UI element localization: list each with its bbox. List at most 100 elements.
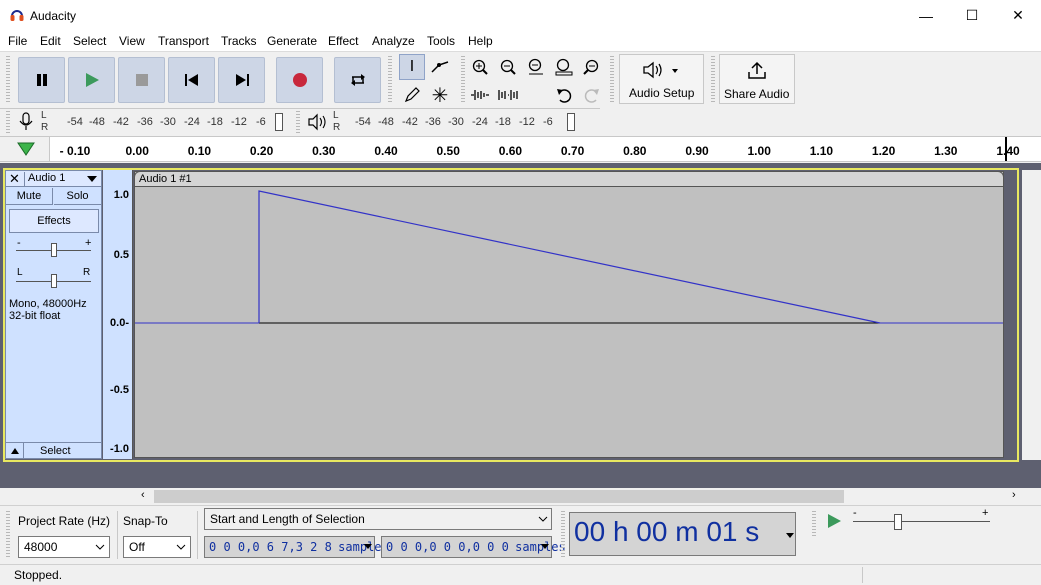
fit-project-button[interactable] xyxy=(551,54,577,80)
rec-meter-l-label: L xyxy=(41,110,47,121)
close-icon: ✕ xyxy=(1012,7,1024,23)
microphone-icon xyxy=(18,112,34,135)
toolbar-grip[interactable] xyxy=(610,56,614,104)
record-meter[interactable]: -54 -48 -42 -36 -30 -24 -18 -12 -6 xyxy=(50,111,288,133)
pan-slider-thumb[interactable] xyxy=(51,274,57,288)
play-meter-slider[interactable] xyxy=(567,113,575,131)
vertical-amplitude-ruler[interactable]: 1.0 0.5 0.0- -0.5 -1.0 xyxy=(103,170,133,459)
menu-view[interactable]: View xyxy=(119,34,145,48)
selection-mode-dropdown[interactable]: Start and Length of Selection xyxy=(204,508,552,530)
menu-select[interactable]: Select xyxy=(73,34,106,48)
toolbar-grip[interactable] xyxy=(711,56,715,104)
loop-button[interactable] xyxy=(334,57,381,103)
playback-speed-slider-thumb[interactable] xyxy=(894,514,902,530)
toolbar-grip[interactable] xyxy=(296,111,300,133)
play-button[interactable] xyxy=(68,57,115,103)
menu-tracks[interactable]: Tracks xyxy=(221,34,257,48)
draw-tool-button[interactable] xyxy=(399,82,425,108)
horizontal-scrollbar[interactable]: ‹ › xyxy=(0,488,1041,505)
selection-start-field[interactable]: 0 0 0,0 6 7,3 2 8 samples xyxy=(204,536,389,558)
envelope-tool-button[interactable] xyxy=(427,54,453,80)
time-format-chevron-icon[interactable] xyxy=(786,533,794,539)
track-footer: Select xyxy=(6,442,101,459)
stop-icon xyxy=(135,74,148,86)
waveform-graph[interactable] xyxy=(135,172,1003,457)
time-display[interactable]: 00 h 00 m 01 s xyxy=(569,512,796,556)
playback-speed-slider-track[interactable] xyxy=(853,521,990,522)
scroll-thumb[interactable] xyxy=(154,490,844,503)
minimize-button[interactable]: — xyxy=(903,0,949,31)
scroll-left-icon[interactable]: ‹ xyxy=(141,489,145,501)
empty-track-space[interactable] xyxy=(0,463,1041,488)
toolbar-divider xyxy=(0,108,600,109)
selection-length-field[interactable]: 0 0 0,0 0 0,0 0 0 samples xyxy=(381,536,566,558)
chevron-down-icon xyxy=(176,544,186,550)
rec-tick: -42 xyxy=(113,116,129,128)
zoom-fit-icon xyxy=(555,58,573,76)
format-menu-chevron-icon[interactable] xyxy=(364,544,372,550)
project-rate-label: Project Rate (Hz) xyxy=(18,514,111,528)
rec-meter-slider[interactable] xyxy=(275,113,283,131)
project-rate-dropdown[interactable]: 48000 xyxy=(18,536,110,558)
trim-audio-button[interactable] xyxy=(467,82,493,108)
record-button[interactable] xyxy=(276,57,323,103)
selection-tool-button[interactable]: Ι xyxy=(399,54,425,80)
toolbar-grip[interactable] xyxy=(812,511,816,537)
redo-button[interactable] xyxy=(579,82,605,108)
toolbar-grip[interactable] xyxy=(6,56,10,104)
pause-icon xyxy=(36,74,47,86)
timeline-options[interactable] xyxy=(0,137,50,161)
select-track-button[interactable]: Select xyxy=(40,445,71,457)
close-button[interactable]: ✕ xyxy=(995,0,1041,31)
zoom-in-button[interactable] xyxy=(467,54,493,80)
mute-button[interactable]: Mute xyxy=(6,188,53,205)
effects-button[interactable]: Effects xyxy=(9,209,99,233)
toolbar-grip[interactable] xyxy=(6,111,10,133)
close-track-icon[interactable]: ✕ xyxy=(9,171,20,187)
toolbar-grip[interactable] xyxy=(388,56,392,104)
skip-to-end-button[interactable] xyxy=(218,57,265,103)
menu-effect[interactable]: Effect xyxy=(328,34,358,48)
skip-to-start-button[interactable] xyxy=(168,57,215,103)
audio-setup-button[interactable]: Audio Setup xyxy=(619,54,704,104)
ruler-tick-label: 0.40 xyxy=(374,144,398,158)
menu-help[interactable]: Help xyxy=(468,34,493,48)
zoom-out-button[interactable] xyxy=(495,54,521,80)
vertical-scrollbar[interactable] xyxy=(1022,170,1041,460)
waveform-clip[interactable] xyxy=(134,171,1004,458)
toolbar-grip[interactable] xyxy=(561,511,565,559)
gain-slider-thumb[interactable] xyxy=(51,243,57,257)
scroll-right-icon[interactable]: › xyxy=(1012,489,1016,501)
solo-button[interactable]: Solo xyxy=(54,188,101,205)
timeline-ruler[interactable]: - 0.10 0.00 0.10 0.20 0.30 0.40 0.50 0.60 0.70 0.… xyxy=(0,136,1041,162)
collapse-track-button[interactable] xyxy=(6,443,24,459)
menu-edit[interactable]: Edit xyxy=(40,34,61,48)
play-at-speed-button[interactable] xyxy=(822,509,846,533)
clip-header[interactable]: Audio 1 #1 xyxy=(134,171,1004,187)
share-audio-button[interactable]: Share Audio xyxy=(719,54,795,104)
stop-button[interactable] xyxy=(118,57,165,103)
menu-tools[interactable]: Tools xyxy=(427,34,455,48)
format-menu-chevron-icon[interactable] xyxy=(541,544,549,550)
snap-to-dropdown[interactable]: Off xyxy=(123,536,191,558)
track-name[interactable]: Audio 1 xyxy=(28,172,65,184)
silence-audio-button[interactable] xyxy=(495,82,521,108)
menu-transport[interactable]: Transport xyxy=(158,34,209,48)
menu-analyze[interactable]: Analyze xyxy=(372,34,415,48)
fit-selection-button[interactable] xyxy=(523,54,549,80)
playback-meter[interactable]: -54 -48 -42 -36 -30 -24 -18 -12 -6 xyxy=(342,111,580,133)
toolbar-grip[interactable] xyxy=(6,511,10,559)
zoom-toggle-button[interactable] xyxy=(579,54,605,80)
undo-button[interactable] xyxy=(551,82,577,108)
track-format: Mono, 48000Hz xyxy=(9,298,87,310)
play-tick: -6 xyxy=(543,116,553,128)
toolbar-grip[interactable] xyxy=(461,56,465,104)
menu-file[interactable]: File xyxy=(8,34,27,48)
multi-tool-button[interactable]: ✳ xyxy=(427,82,453,108)
pause-button[interactable] xyxy=(18,57,65,103)
track-control-panel[interactable]: ✕ Audio 1 Mute Solo Effects - + L R Mono… xyxy=(5,170,102,459)
ruler-tick-label: 0.10 xyxy=(187,144,212,158)
maximize-button[interactable]: ☐ xyxy=(949,0,995,31)
menu-generate[interactable]: Generate xyxy=(267,34,317,48)
track-menu-chevron-icon[interactable] xyxy=(86,175,98,183)
